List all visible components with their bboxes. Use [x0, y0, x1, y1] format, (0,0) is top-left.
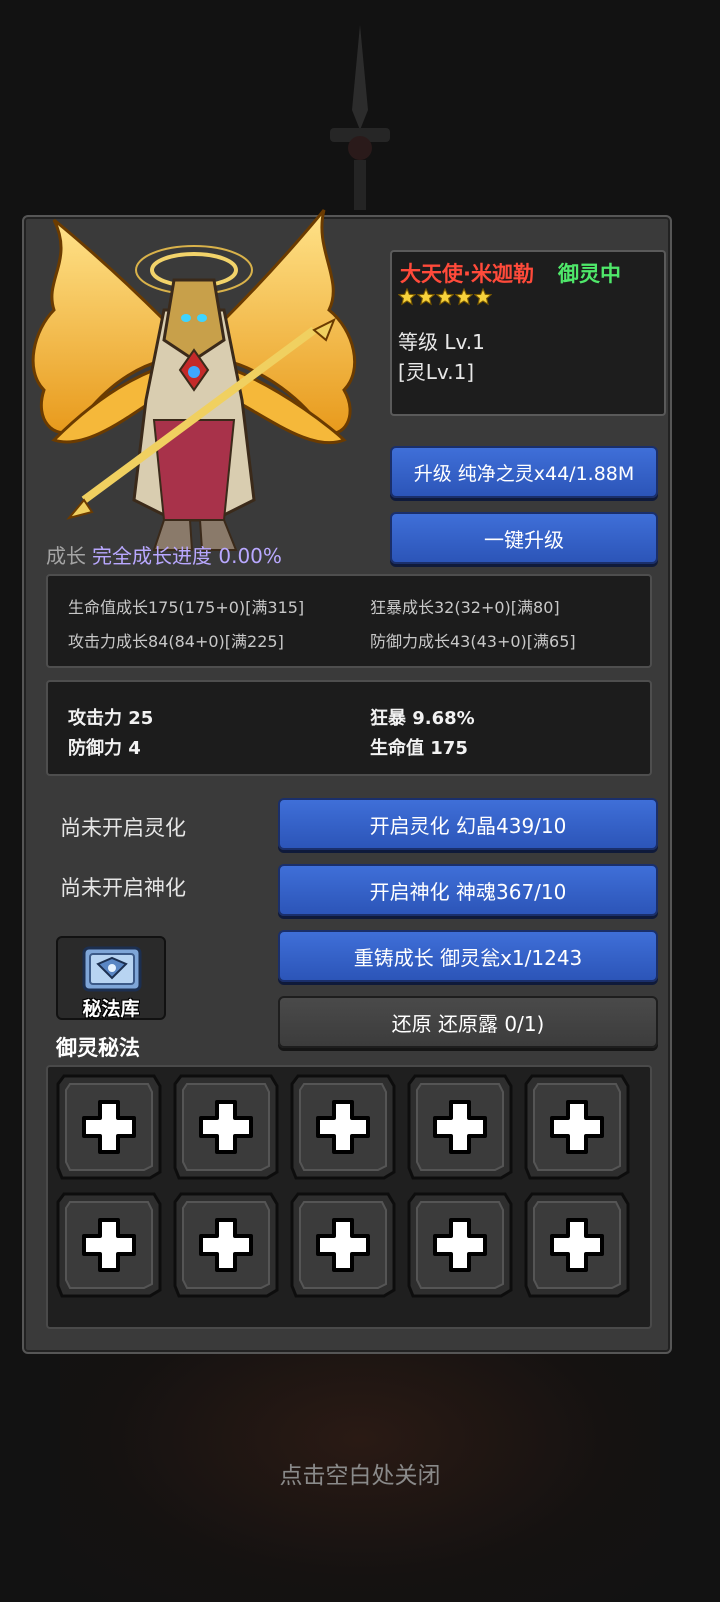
rage-stat: 狂暴 9.68% — [370, 708, 475, 729]
secret-slot[interactable] — [288, 1190, 398, 1300]
spirit-not-open-label: 尚未开启灵化 — [60, 816, 186, 840]
plus-icon — [407, 1074, 513, 1180]
hp-growth: 生命值成长175(175+0)[满315] — [68, 598, 305, 617]
plus-icon — [407, 1192, 513, 1298]
hp-stat: 生命值 175 — [370, 738, 468, 759]
star-icon — [417, 288, 435, 306]
plus-icon — [173, 1074, 279, 1180]
secret-slot[interactable] — [405, 1072, 515, 1182]
open-spirit-button[interactable]: 开启灵化 幻晶439/10 — [278, 798, 658, 850]
secret-slot[interactable] — [54, 1190, 164, 1300]
background-sword-icon — [330, 25, 390, 210]
secret-slot[interactable] — [522, 1190, 632, 1300]
growth-label: 成长 — [46, 544, 86, 568]
spirit-level: [灵Lv.1] — [398, 360, 475, 384]
rage-growth: 狂暴成长32(32+0)[满80] — [370, 598, 560, 617]
secret-library-button[interactable]: 秘法库 — [56, 936, 166, 1020]
hero-level: 等级 Lv.1 — [398, 330, 485, 354]
secret-slot[interactable] — [405, 1190, 515, 1300]
def-growth: 防御力成长43(43+0)[满65] — [370, 632, 576, 651]
restore-button[interactable]: 还原 还原露 0/1) — [278, 996, 658, 1048]
secret-slot[interactable] — [171, 1190, 281, 1300]
spellbook-icon — [82, 946, 142, 992]
one-click-upgrade-button[interactable]: 一键升级 — [390, 512, 658, 564]
growth-stats-box: 生命值成长175(175+0)[满315] 狂暴成长32(32+0)[满80] … — [46, 574, 652, 668]
divine-not-open-label: 尚未开启神化 — [60, 876, 186, 900]
plus-icon — [524, 1074, 630, 1180]
close-hint[interactable]: 点击空白处关闭 — [0, 1456, 720, 1490]
hero-info-box: 大天使·米迦勒 御灵中 等级 Lv.1 [灵Lv.1] — [390, 250, 666, 416]
upgrade-button[interactable]: 升级 纯净之灵x44/1.88M — [390, 446, 658, 498]
star-icon — [474, 288, 492, 306]
secret-slot[interactable] — [171, 1072, 281, 1182]
plus-icon — [290, 1192, 396, 1298]
atk-growth: 攻击力成长84(84+0)[满225] — [68, 632, 284, 651]
plus-icon — [173, 1192, 279, 1298]
growth-progress: 成长 完全成长进度 0.00% — [46, 540, 282, 569]
archangel-portrait-icon — [31, 209, 357, 551]
plus-icon — [56, 1192, 162, 1298]
secret-slot[interactable] — [54, 1072, 164, 1182]
attributes-box: 攻击力 25 防御力 4 狂暴 9.68% 生命值 175 — [46, 680, 652, 776]
secret-library-label: 秘法库 — [82, 998, 140, 1020]
recast-growth-button[interactable]: 重铸成长 御灵瓮x1/1243 — [278, 930, 658, 982]
secret-title: 御灵秘法 — [56, 1036, 140, 1060]
star-icon — [398, 288, 416, 306]
defense-stat: 防御力 4 — [68, 738, 141, 759]
secret-slot[interactable] — [288, 1072, 398, 1182]
hero-name: 大天使·米迦勒 — [400, 262, 534, 286]
star-rating — [398, 288, 492, 316]
plus-icon — [56, 1074, 162, 1180]
growth-progress-text: 完全成长进度 0.00% — [92, 544, 282, 568]
open-divine-button[interactable]: 开启神化 神魂367/10 — [278, 864, 658, 916]
plus-icon — [524, 1192, 630, 1298]
secret-slot[interactable] — [522, 1072, 632, 1182]
star-icon — [455, 288, 473, 306]
star-icon — [436, 288, 454, 306]
hero-status-badge: 御灵中 — [558, 262, 621, 286]
plus-icon — [290, 1074, 396, 1180]
attack-stat: 攻击力 25 — [68, 708, 154, 729]
